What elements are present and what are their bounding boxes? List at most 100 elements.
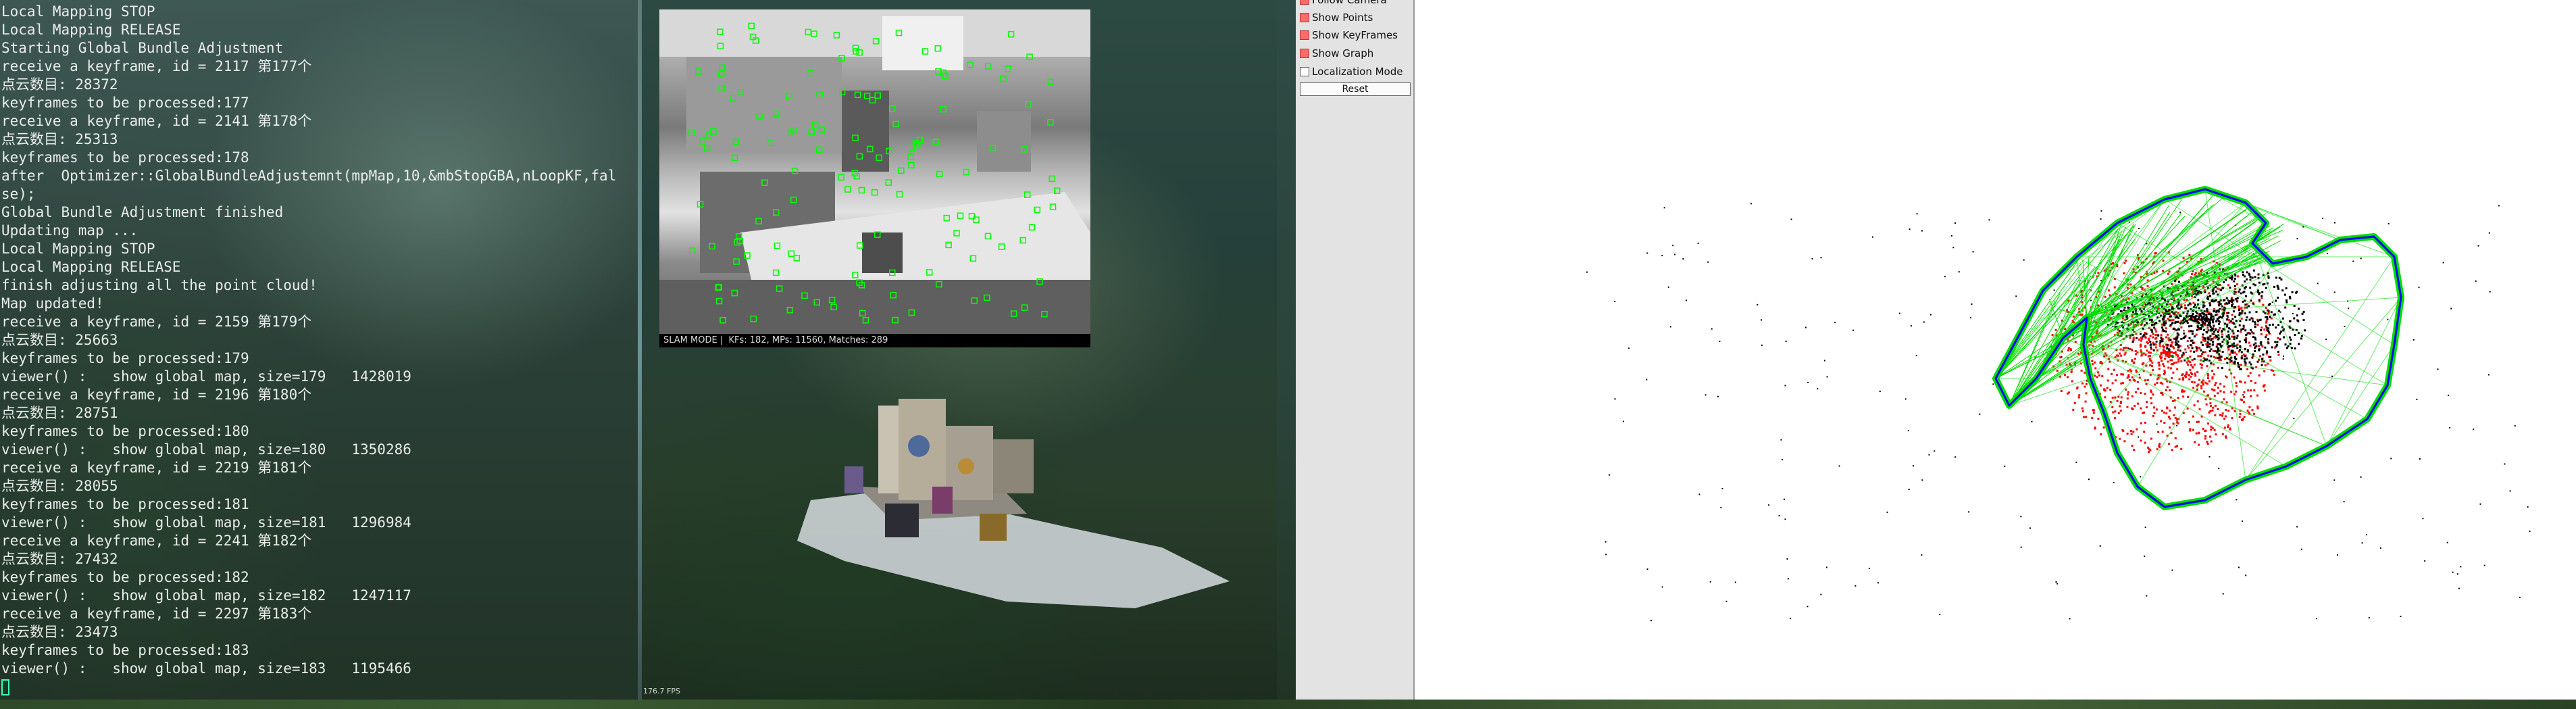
map-point xyxy=(2280,278,2283,280)
map-point xyxy=(2260,329,2263,332)
map-point xyxy=(2212,315,2215,318)
map-point xyxy=(1650,620,1652,622)
map-point xyxy=(1886,511,1888,513)
map-point xyxy=(2302,318,2305,321)
map-point xyxy=(2146,322,2148,324)
map-point xyxy=(2254,338,2257,341)
map-point xyxy=(2217,408,2219,410)
map-point xyxy=(2155,340,2158,343)
localization-mode-checkbox[interactable] xyxy=(1300,67,1309,76)
map-point xyxy=(2267,338,2270,341)
map-point xyxy=(2156,334,2159,337)
map-point xyxy=(2198,431,2200,434)
map-point xyxy=(1854,585,1857,587)
map-point xyxy=(2198,307,2200,310)
map-point xyxy=(2208,302,2211,305)
map-viewer-window[interactable]: Follow Camera Show Points Show KeyFrames… xyxy=(1296,0,2576,700)
follow-camera-checkbox[interactable] xyxy=(1300,0,1309,5)
map-point xyxy=(1970,317,1971,319)
map-point xyxy=(2242,271,2244,274)
map-point xyxy=(2205,319,2208,322)
map-point xyxy=(2285,301,2288,303)
taskbar-strip xyxy=(0,700,2576,709)
localization-mode-toggle[interactable]: Localization Mode xyxy=(1300,64,1403,80)
map-point xyxy=(2250,328,2252,331)
show-points-toggle[interactable]: Show Points xyxy=(1300,9,1373,26)
map-point xyxy=(2088,479,2090,481)
map-point xyxy=(2361,542,2363,544)
map-point xyxy=(2163,365,2165,368)
map-point xyxy=(2208,350,2211,353)
map-point xyxy=(2214,328,2217,331)
map-point xyxy=(2222,593,2224,595)
map-point xyxy=(2290,339,2292,341)
map-point xyxy=(2166,353,2169,356)
map-point xyxy=(2188,337,2191,339)
feature-marker xyxy=(936,170,943,178)
map-point xyxy=(2295,291,2298,294)
map-point xyxy=(2146,349,2148,352)
map-point xyxy=(2172,318,2175,321)
reset-button[interactable]: Reset xyxy=(1300,82,1411,96)
map-point xyxy=(2206,326,2209,329)
map-point xyxy=(2133,378,2136,381)
map-point xyxy=(2102,426,2105,429)
point-cloud-view[interactable] xyxy=(784,385,1243,622)
map-point xyxy=(2248,406,2251,409)
map-point xyxy=(2121,382,2124,385)
map-point xyxy=(2077,352,2080,355)
map-point xyxy=(2163,369,2166,372)
map-canvas[interactable] xyxy=(1415,0,2576,700)
map-point xyxy=(2229,358,2231,361)
map-point xyxy=(2242,328,2244,331)
map-point xyxy=(2164,371,2167,374)
show-graph-label: Show Graph xyxy=(1312,47,1374,59)
map-point xyxy=(2270,311,2273,314)
map-point xyxy=(2196,400,2199,403)
map-point xyxy=(2117,354,2119,357)
map-point xyxy=(2188,378,2191,381)
map-point xyxy=(1709,581,1711,583)
map-point xyxy=(2206,443,2209,445)
map-point xyxy=(2360,258,2362,260)
map-point xyxy=(2252,336,2254,338)
map-point xyxy=(2212,350,2215,352)
map-point xyxy=(2146,595,2148,597)
window-divider[interactable] xyxy=(638,0,642,700)
map-point xyxy=(1757,303,1759,305)
feature-marker xyxy=(892,120,900,128)
show-keyframes-toggle[interactable]: Show KeyFrames xyxy=(1300,27,1398,43)
map-point xyxy=(2107,368,2110,370)
follow-camera-toggle[interactable]: Follow Camera xyxy=(1300,0,1387,8)
map-point xyxy=(2097,418,2100,420)
map-point xyxy=(2183,330,2185,332)
map-point xyxy=(2177,397,2179,399)
map-point xyxy=(2238,305,2240,308)
map-point xyxy=(2274,341,2277,343)
localization-mode-label: Localization Mode xyxy=(1312,66,1403,78)
show-graph-toggle[interactable]: Show Graph xyxy=(1300,45,1373,62)
map-point xyxy=(2261,364,2263,366)
show-graph-checkbox[interactable] xyxy=(1300,49,1309,58)
map-point xyxy=(2179,349,2181,352)
map-point xyxy=(2051,334,2054,337)
follow-camera-label: Follow Camera xyxy=(1312,0,1387,6)
map-point xyxy=(2155,337,2158,339)
terminal-line: 点云数目: 25663 xyxy=(1,332,118,348)
map-point xyxy=(2196,328,2198,331)
map-point xyxy=(2192,387,2195,389)
show-points-checkbox[interactable] xyxy=(1300,13,1309,22)
map-point xyxy=(2273,285,2275,288)
map-point xyxy=(1704,394,1707,396)
map-point xyxy=(2143,411,2146,414)
map-point xyxy=(2197,355,2200,358)
terminal-window[interactable]: Local Mapping STOP Local Mapping RELEASE S… xyxy=(0,0,638,700)
map-point xyxy=(2114,416,2117,419)
map-point xyxy=(2192,415,2194,418)
map-point xyxy=(2205,403,2208,406)
map-point xyxy=(2131,376,2133,378)
map-point xyxy=(2271,301,2273,303)
show-keyframes-checkbox[interactable] xyxy=(1300,30,1309,40)
map-point xyxy=(2267,309,2269,312)
map-point xyxy=(2170,367,2172,370)
